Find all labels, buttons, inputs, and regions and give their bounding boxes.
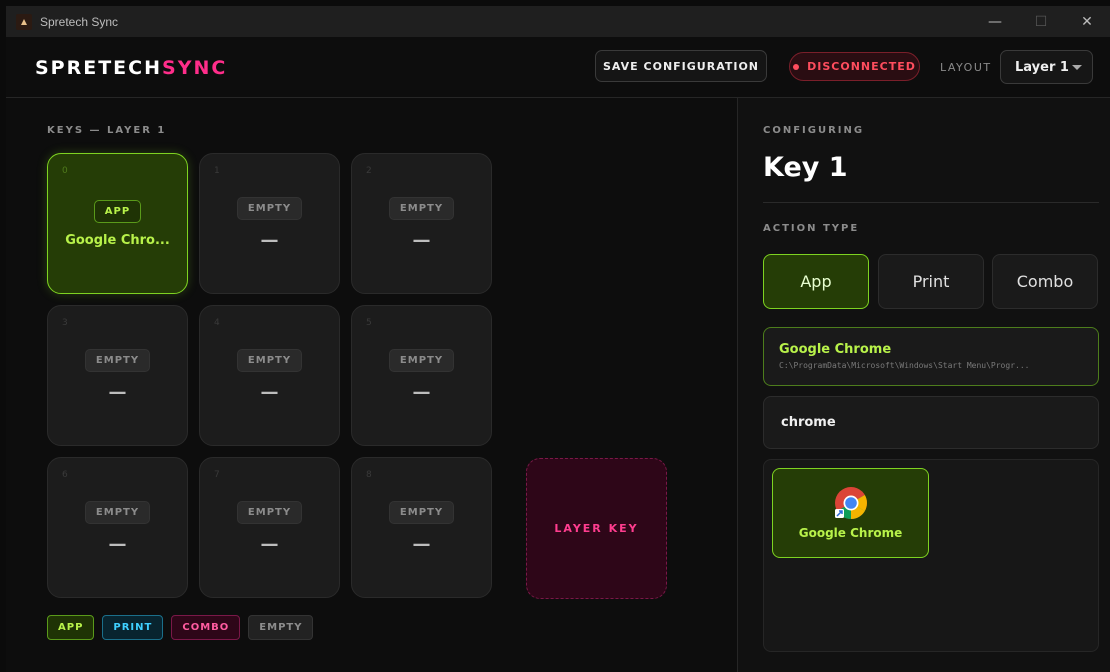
key-type-tag: EMPTY xyxy=(84,500,151,524)
selected-app-name: Google Chrome xyxy=(779,342,892,357)
action-type-label: ACTION TYPE xyxy=(763,223,860,234)
key-value: — xyxy=(260,229,279,251)
key-number: 2 xyxy=(366,166,372,176)
key-value: — xyxy=(260,381,279,403)
connection-status-badge: DISCONNECTED xyxy=(789,52,920,81)
key-tile-4[interactable]: 4 EMPTY — xyxy=(199,305,340,446)
legend-empty: EMPTY xyxy=(248,615,314,640)
app-result-label: Google Chrome xyxy=(798,526,903,540)
close-button[interactable]: ✕ xyxy=(1064,6,1110,37)
key-type-tag: EMPTY xyxy=(236,196,303,220)
brand-part-2: SYNC xyxy=(162,57,228,79)
selected-app-path: C:\ProgramData\Microsoft\Windows\Start M… xyxy=(779,361,1030,370)
chevron-down-icon xyxy=(1072,64,1082,70)
key-value: — xyxy=(108,533,127,555)
key-tile-6[interactable]: 6 EMPTY — xyxy=(47,457,188,598)
layout-label: LAYOUT xyxy=(940,61,992,74)
save-configuration-button[interactable]: SAVE CONFIGURATION xyxy=(595,50,767,82)
key-number: 8 xyxy=(366,470,372,480)
key-value: — xyxy=(108,381,127,403)
key-value: Google Chro... xyxy=(65,232,170,248)
app-window: SPRETECHSYNC SAVE CONFIGURATION DISCONNE… xyxy=(6,37,1110,672)
key-type-tag: APP xyxy=(93,199,142,223)
layer-key-tile[interactable]: LAYER KEY xyxy=(526,458,667,599)
action-type-app[interactable]: App xyxy=(763,254,869,309)
action-type-print[interactable]: Print xyxy=(878,254,984,309)
app-logo-icon xyxy=(16,13,32,30)
status-dot-icon xyxy=(793,63,800,70)
layout-select[interactable]: Layer 1 xyxy=(1000,50,1093,84)
selected-app-card[interactable]: Google Chrome C:\ProgramData\Microsoft\W… xyxy=(763,327,1099,386)
keys-panel: KEYS — LAYER 1 0 APP Google Chro... 1 EM… xyxy=(6,98,737,672)
app-search-input[interactable]: chrome xyxy=(763,396,1099,449)
brand-part-1: SPRETECH xyxy=(35,57,163,79)
key-tile-2[interactable]: 2 EMPTY — xyxy=(351,153,492,294)
layout-select-value: Layer 1 xyxy=(1015,59,1069,75)
key-tile-7[interactable]: 7 EMPTY — xyxy=(199,457,340,598)
key-tile-8[interactable]: 8 EMPTY — xyxy=(351,457,492,598)
key-number: 4 xyxy=(214,318,220,328)
app-header: SPRETECHSYNC SAVE CONFIGURATION DISCONNE… xyxy=(6,37,1110,98)
key-tile-0[interactable]: 0 APP Google Chro... xyxy=(47,153,188,294)
key-number: 3 xyxy=(62,318,68,328)
key-number: 6 xyxy=(62,470,68,480)
minimize-button[interactable]: — xyxy=(972,6,1018,37)
key-type-tag: EMPTY xyxy=(388,348,455,372)
key-tile-5[interactable]: 5 EMPTY — xyxy=(351,305,492,446)
config-panel: CONFIGURING Key 1 ACTION TYPE App Print … xyxy=(737,98,1110,672)
brand-logo: SPRETECHSYNC xyxy=(35,57,227,79)
window-titlebar: Spretech Sync — ☐ ✕ xyxy=(6,6,1110,37)
legend-print: PRINT xyxy=(102,615,164,640)
status-label: DISCONNECTED xyxy=(807,60,916,73)
keys-section-label: KEYS — LAYER 1 xyxy=(47,125,167,136)
legend-combo: COMBO xyxy=(171,615,241,640)
chrome-icon xyxy=(834,487,867,519)
key-value: — xyxy=(412,229,431,251)
key-number: 0 xyxy=(62,166,68,176)
configuring-key-title: Key 1 xyxy=(763,152,848,183)
key-type-tag: EMPTY xyxy=(236,500,303,524)
key-tile-3[interactable]: 3 EMPTY — xyxy=(47,305,188,446)
key-tile-1[interactable]: 1 EMPTY — xyxy=(199,153,340,294)
divider xyxy=(763,202,1099,203)
app-results-list: Google Chrome xyxy=(763,459,1099,652)
app-result-item[interactable]: Google Chrome xyxy=(772,468,929,558)
key-value: — xyxy=(260,533,279,555)
key-value: — xyxy=(412,533,431,555)
action-type-combo[interactable]: Combo xyxy=(992,254,1098,309)
legend-app: APP xyxy=(47,615,95,640)
window-title: Spretech Sync xyxy=(40,14,119,29)
key-value: — xyxy=(412,381,431,403)
key-number: 5 xyxy=(366,318,372,328)
key-number: 7 xyxy=(214,470,220,480)
maximize-button[interactable]: ☐ xyxy=(1018,6,1064,37)
key-type-legend: APP PRINT COMBO EMPTY xyxy=(47,615,314,640)
key-type-tag: EMPTY xyxy=(388,500,455,524)
key-type-tag: EMPTY xyxy=(236,348,303,372)
configuring-label: CONFIGURING xyxy=(763,125,865,136)
key-number: 1 xyxy=(214,166,220,176)
key-type-tag: EMPTY xyxy=(84,348,151,372)
key-type-tag: EMPTY xyxy=(388,196,455,220)
